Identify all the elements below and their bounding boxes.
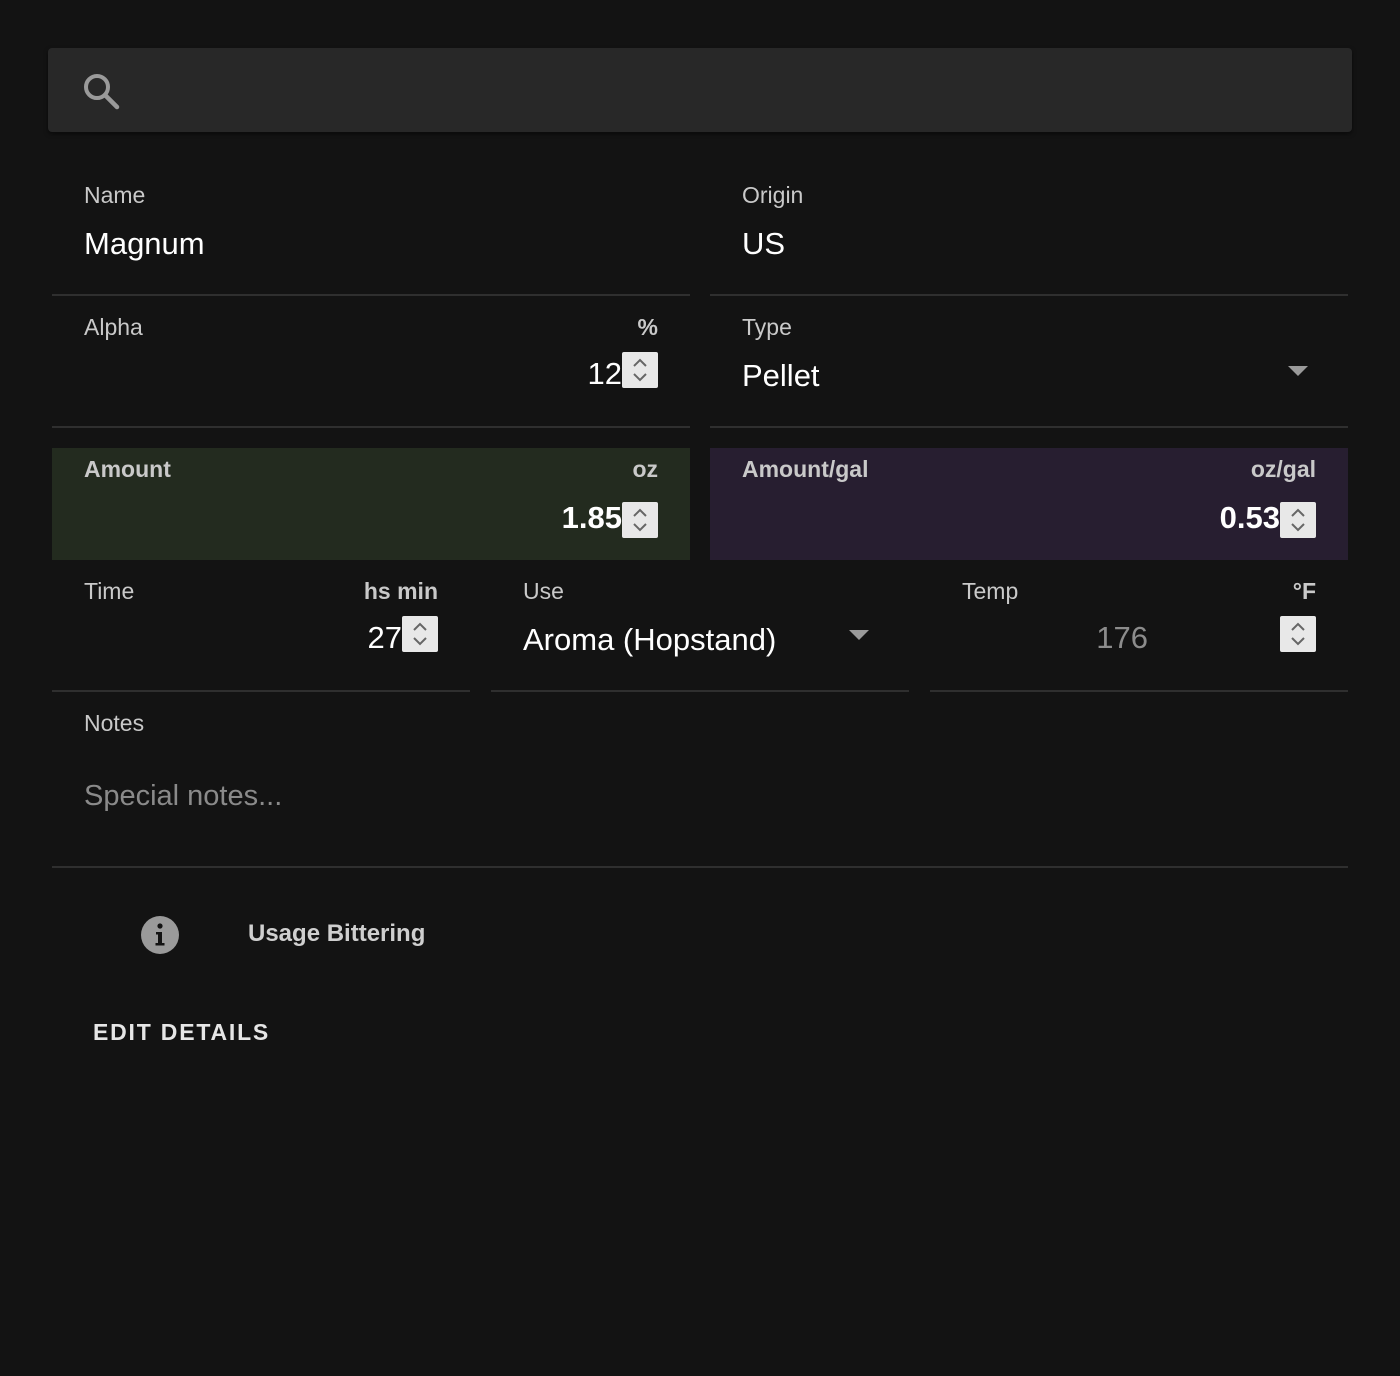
- notes-placeholder[interactable]: Special notes...: [84, 780, 282, 813]
- amount-value[interactable]: 1.85: [562, 500, 622, 536]
- amount-per-gal-field[interactable]: Amount/gal oz/gal 0.53: [710, 448, 1348, 560]
- origin-field[interactable]: Origin US: [710, 164, 1348, 296]
- name-label: Name: [84, 182, 146, 208]
- amount-spinner[interactable]: [622, 502, 658, 538]
- use-label: Use: [523, 578, 564, 604]
- time-value[interactable]: 27: [368, 620, 402, 656]
- search-input[interactable]: [140, 48, 1340, 132]
- alpha-unit: %: [637, 314, 658, 340]
- temp-label: Temp: [962, 578, 1019, 604]
- alpha-field[interactable]: Alpha % 12: [52, 296, 690, 428]
- alpha-spinner[interactable]: [622, 352, 658, 388]
- alpha-label: Alpha: [84, 314, 143, 340]
- temp-field[interactable]: Temp °F 176: [930, 560, 1348, 692]
- origin-value[interactable]: US: [742, 226, 785, 262]
- time-field[interactable]: Time hs min 27: [52, 560, 470, 692]
- use-value[interactable]: Aroma (Hopstand): [523, 622, 776, 658]
- notes-field[interactable]: Notes Special notes...: [52, 692, 1348, 868]
- amount-per-gal-unit: oz/gal: [1250, 456, 1316, 482]
- type-value[interactable]: Pellet: [742, 358, 820, 394]
- origin-label: Origin: [742, 182, 804, 208]
- type-select[interactable]: Type Pellet: [710, 296, 1348, 428]
- edit-details-button[interactable]: EDIT DETAILS: [76, 1006, 287, 1058]
- chevron-down-icon[interactable]: [849, 630, 869, 640]
- use-select[interactable]: Use Aroma (Hopstand): [491, 560, 909, 692]
- time-spinner[interactable]: [402, 616, 438, 652]
- amount-label: Amount: [84, 456, 171, 482]
- name-value[interactable]: Magnum: [84, 226, 205, 262]
- amount-field[interactable]: Amount oz 1.85: [52, 448, 690, 560]
- name-field[interactable]: Name Magnum: [52, 164, 690, 296]
- amount-per-gal-spinner[interactable]: [1280, 502, 1316, 538]
- alpha-value[interactable]: 12: [588, 356, 622, 392]
- notes-label: Notes: [84, 710, 145, 736]
- type-label: Type: [742, 314, 792, 340]
- usage-text: Usage Bittering: [248, 920, 426, 947]
- time-unit: hs min: [363, 578, 438, 604]
- chevron-down-icon[interactable]: [1288, 366, 1308, 376]
- time-label: Time: [84, 578, 135, 604]
- amount-per-gal-value[interactable]: 0.53: [1220, 500, 1280, 536]
- temp-unit: °F: [1292, 578, 1316, 604]
- temp-spinner[interactable]: [1280, 616, 1316, 652]
- search-icon[interactable]: [82, 72, 122, 112]
- amount-per-gal-label: Amount/gal: [742, 456, 869, 482]
- amount-unit: oz: [632, 456, 658, 482]
- temp-value[interactable]: 176: [1096, 620, 1148, 656]
- info-icon: [140, 915, 180, 955]
